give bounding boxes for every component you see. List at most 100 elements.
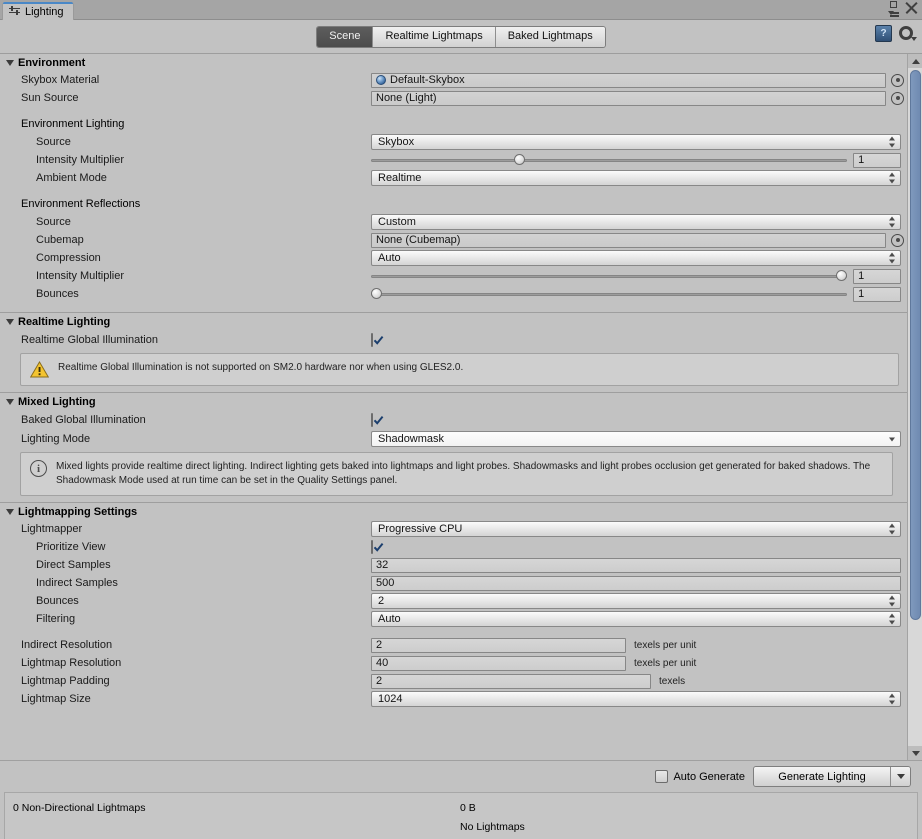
lightmapper-label: Lightmapper	[21, 523, 83, 535]
tab-scene[interactable]: Scene	[317, 26, 374, 47]
mode-toolbar: Scene Realtime Lightmaps Baked Lightmaps…	[0, 20, 922, 54]
lightmapper-dropdown[interactable]: Progressive CPU	[371, 521, 901, 537]
lightmapping-bounces-dropdown[interactable]: 2	[371, 593, 901, 609]
row-compression: Compression Auto	[0, 249, 907, 267]
prioritize-view-checkbox[interactable]	[371, 540, 384, 554]
slider-knob[interactable]	[513, 154, 525, 165]
direct-samples-value: 32	[376, 559, 389, 571]
material-sphere-icon	[376, 75, 386, 85]
section-environment-header[interactable]: Environment	[0, 54, 907, 71]
reflections-intensity-value: 1	[858, 270, 865, 282]
section-realtime-lighting-header[interactable]: Realtime Lighting	[0, 312, 907, 330]
section-environment-title: Environment	[18, 57, 86, 69]
indirect-samples-value: 500	[376, 577, 395, 589]
lighting-mode-dropdown[interactable]: Shadowmask	[371, 430, 901, 447]
indirect-samples-input[interactable]: 500	[371, 575, 901, 591]
baked-gi-label: Baked Global Illumination	[21, 413, 146, 426]
reflections-bounces-slider[interactable]	[371, 287, 848, 301]
lightmap-size-label: Lightmap Size	[21, 693, 91, 705]
section-lightmapping-header[interactable]: Lightmapping Settings	[0, 502, 907, 520]
reflections-bounces-input[interactable]: 1	[853, 286, 901, 302]
lighting-window: Lighting Scene Realtime Lightmaps Baked …	[0, 0, 922, 839]
row-lightmap-resolution: Lightmap Resolution 40 texels per unit	[0, 654, 907, 672]
slider-knob[interactable]	[371, 288, 382, 299]
realtime-gi-checkbox[interactable]	[371, 332, 384, 347]
lightmap-size-dropdown[interactable]: 1024	[371, 691, 901, 707]
row-reflections-intensity: Intensity Multiplier 1	[0, 267, 907, 285]
help-book-icon[interactable]: ?	[875, 25, 892, 42]
environment-lighting-group-label: Environment Lighting	[21, 118, 125, 130]
scrollbar-track[interactable]	[908, 68, 922, 746]
direct-samples-label: Direct Samples	[36, 559, 111, 571]
row-lightmap-padding: Lightmap Padding 2 texels	[0, 672, 907, 690]
env-lighting-source-dropdown[interactable]: Skybox	[371, 134, 901, 150]
ambient-mode-value: Realtime	[378, 172, 422, 184]
direct-samples-input[interactable]: 32	[371, 557, 901, 573]
scroll-up-arrow-icon[interactable]	[908, 54, 922, 68]
generate-lighting-dropdown[interactable]	[890, 767, 910, 786]
prioritize-view-label: Prioritize View	[36, 541, 106, 553]
tab-baked-lightmaps[interactable]: Baked Lightmaps	[495, 26, 605, 47]
sliders-icon	[9, 6, 20, 17]
close-icon[interactable]	[905, 1, 918, 14]
realtime-gi-warning-text: Realtime Global Illumination is not supp…	[58, 362, 464, 373]
skybox-material-picker-icon[interactable]	[891, 73, 904, 87]
environment-reflections-group-label: Environment Reflections	[21, 198, 141, 210]
slider-knob[interactable]	[836, 270, 848, 281]
row-indirect-resolution: Indirect Resolution 2 texels per unit	[0, 636, 907, 654]
section-mixed-lighting-header[interactable]: Mixed Lighting	[0, 392, 907, 410]
generate-lighting-label[interactable]: Generate Lighting	[754, 767, 890, 786]
filtering-value: Auto	[378, 613, 401, 625]
reflections-intensity-slider[interactable]	[371, 269, 848, 283]
compression-dropdown[interactable]: Auto	[371, 250, 901, 266]
status-right: 0 B No Lightmaps	[460, 799, 525, 837]
reflections-intensity-input[interactable]: 1	[853, 268, 901, 284]
lightmap-padding-label: Lightmap Padding	[21, 675, 110, 687]
baked-gi-checkbox[interactable]	[371, 412, 384, 427]
indirect-resolution-input[interactable]: 2	[371, 637, 626, 653]
row-skybox-material: Skybox Material Default-Skybox	[0, 71, 907, 89]
window-tab-lighting[interactable]: Lighting	[2, 2, 74, 20]
row-sun-source: Sun Source None (Light)	[0, 89, 907, 107]
env-lighting-intensity-input[interactable]: 1	[853, 152, 901, 168]
ambient-mode-dropdown[interactable]: Realtime	[371, 170, 901, 186]
row-indirect-samples: Indirect Samples 500	[0, 574, 907, 592]
panel-menu-icon[interactable]	[888, 10, 899, 17]
scrollbar-thumb[interactable]	[910, 70, 921, 620]
cubemap-picker-icon[interactable]	[891, 233, 904, 247]
sun-source-field[interactable]: None (Light)	[371, 90, 886, 106]
row-env-lighting-intensity: Intensity Multiplier 1	[0, 151, 907, 169]
mixed-lighting-info-box: i Mixed lights provide realtime direct l…	[20, 452, 893, 496]
reflections-bounces-value: 1	[858, 288, 865, 300]
generate-lighting-button[interactable]: Generate Lighting	[754, 767, 910, 786]
scroll-down-arrow-icon[interactable]	[908, 746, 922, 760]
vertical-scrollbar[interactable]	[907, 54, 922, 760]
cubemap-field[interactable]: None (Cubemap)	[371, 232, 886, 248]
skybox-material-field[interactable]: Default-Skybox	[371, 72, 886, 88]
chevron-down-icon	[889, 433, 896, 444]
env-lighting-intensity-slider[interactable]	[371, 153, 848, 167]
lightmap-resolution-input[interactable]: 40	[371, 655, 626, 671]
gear-icon[interactable]	[899, 25, 917, 42]
lightmap-padding-input[interactable]: 2	[371, 673, 651, 689]
generate-bar: Auto Generate Generate Lighting	[0, 760, 922, 792]
auto-generate-wrap: Auto Generate	[655, 770, 745, 783]
chevron-updown-icon	[889, 216, 896, 228]
row-baked-gi: Baked Global Illumination	[0, 410, 907, 429]
window-tab-label: Lighting	[25, 5, 64, 18]
filtering-dropdown[interactable]: Auto	[371, 611, 901, 627]
lightmap-resolution-value: 40	[376, 657, 389, 669]
tab-realtime-lightmaps[interactable]: Realtime Lightmaps	[373, 26, 496, 47]
minimize-icon[interactable]	[890, 1, 897, 8]
realtime-gi-label: Realtime Global Illumination	[21, 333, 158, 346]
lighting-mode-label: Lighting Mode	[21, 432, 91, 445]
row-lightmap-size: Lightmap Size 1024	[0, 690, 907, 708]
sun-source-picker-icon[interactable]	[891, 91, 904, 105]
reflections-source-dropdown[interactable]: Custom	[371, 214, 901, 230]
row-realtime-gi: Realtime Global Illumination	[0, 330, 907, 349]
auto-generate-checkbox[interactable]	[655, 770, 669, 783]
